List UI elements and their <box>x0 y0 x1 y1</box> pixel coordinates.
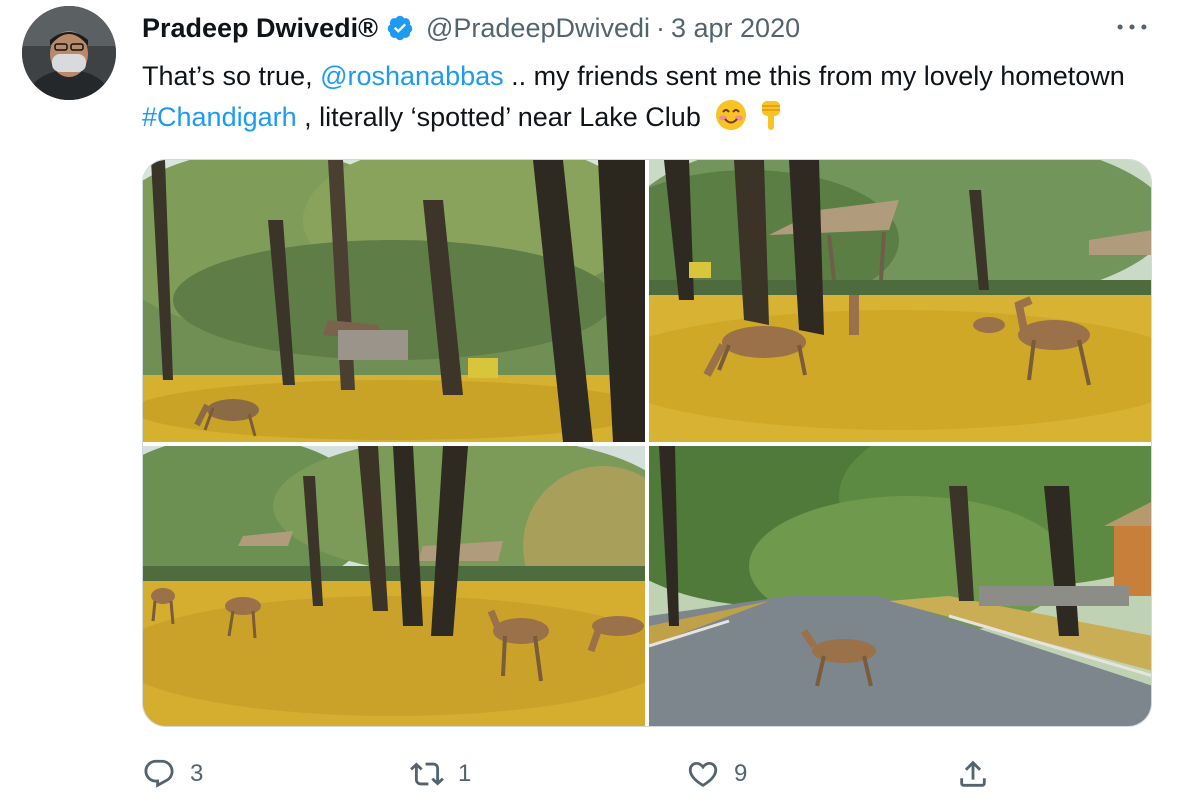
reply-count: 3 <box>190 760 204 787</box>
share-icon <box>960 760 986 787</box>
photo-deer-crossing-road[interactable] <box>649 446 1151 726</box>
author-name[interactable]: Pradeep Dwivedi® <box>142 13 378 44</box>
like-count: 9 <box>734 760 748 787</box>
photo-deer-grazing[interactable] <box>649 160 1151 442</box>
reply-icon <box>144 759 174 788</box>
hashtag-link[interactable]: #Chandigarh <box>142 102 297 132</box>
more-dots-icon[interactable] <box>1112 12 1152 42</box>
photo-deer-under-trees[interactable] <box>143 160 645 442</box>
mention-link[interactable]: @roshanabbas <box>320 61 504 91</box>
author-handle[interactable]: @PradeepDwivedi <box>426 13 650 44</box>
tweet-text: That’s so true, @roshanabbas .. my frien… <box>142 56 1142 138</box>
avatar[interactable] <box>22 6 116 100</box>
reply-button[interactable]: 3 <box>142 752 203 796</box>
like-icon <box>688 761 718 787</box>
pointing-down-emoji <box>754 98 788 132</box>
media-grid <box>142 159 1152 727</box>
smiling-face-emoji <box>714 98 748 132</box>
tweet-actions: 3 1 9 <box>142 752 1002 796</box>
retweet-button[interactable]: 1 <box>410 752 471 796</box>
like-button[interactable]: 9 <box>686 752 747 796</box>
tweet-date[interactable]: 3 apr 2020 <box>671 13 800 44</box>
separator-dot: · <box>656 12 665 43</box>
avatar-image <box>22 6 116 100</box>
photo-herd-of-deer[interactable] <box>143 446 645 726</box>
tweet-text-part: .. my friends sent me this from my lovel… <box>503 61 1125 91</box>
share-button[interactable] <box>956 752 1004 796</box>
tweet-text-part: That’s so true, <box>142 61 321 91</box>
retweet-count: 1 <box>458 760 472 787</box>
tweet-header: Pradeep Dwivedi® @PradeepDwivedi · 3 apr… <box>142 8 1150 48</box>
tweet-text-part: , literally ‘spotted’ near Lake Club <box>296 102 701 132</box>
retweet-icon <box>410 762 444 786</box>
verified-badge-icon <box>386 14 414 42</box>
